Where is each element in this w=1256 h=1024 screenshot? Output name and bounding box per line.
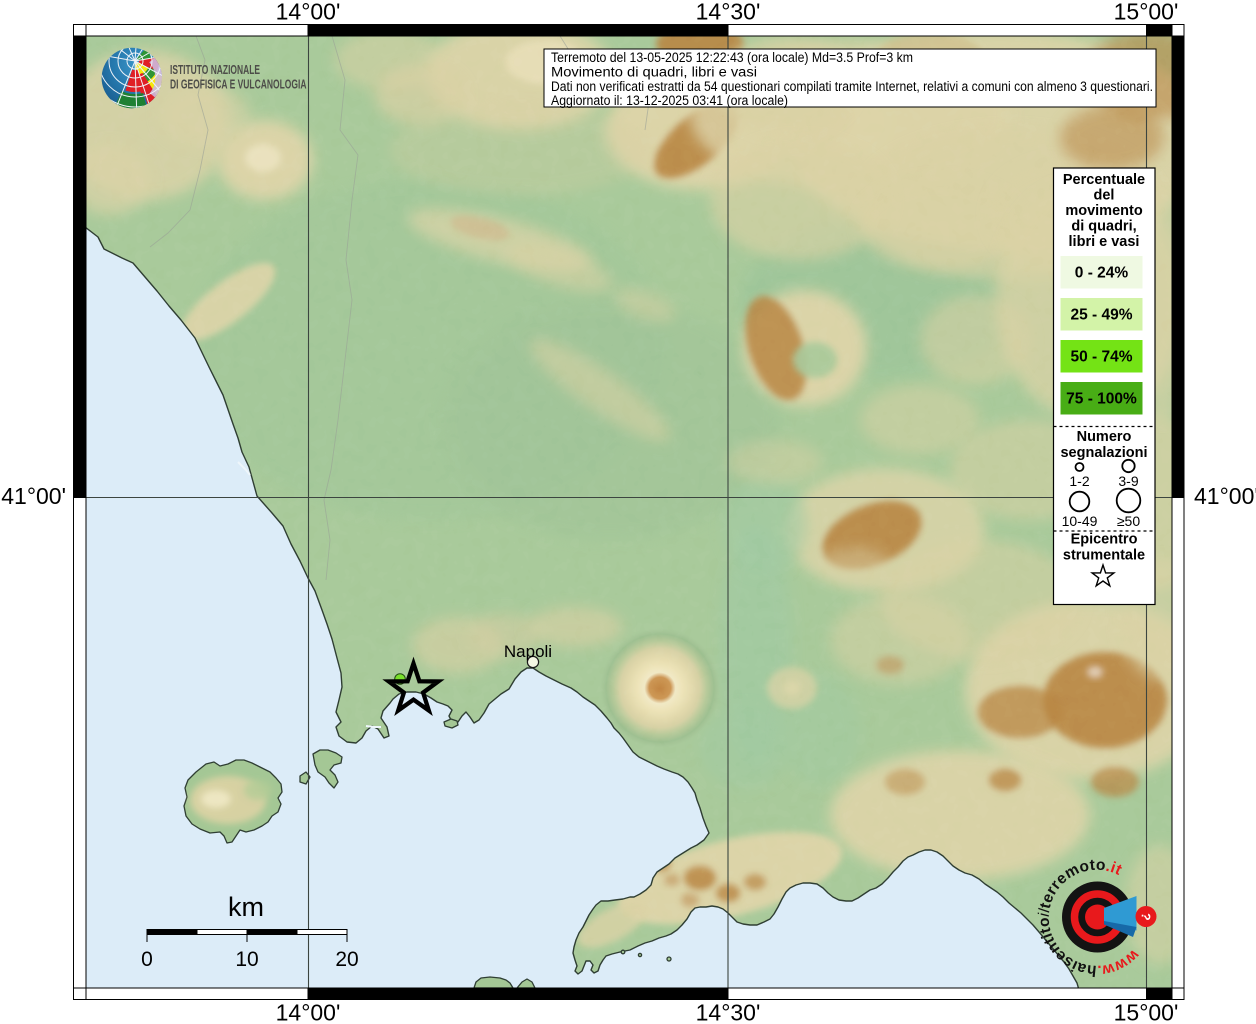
svg-text:10-49: 10-49 (1062, 513, 1098, 529)
svg-text:14°00': 14°00' (276, 0, 341, 25)
svg-text:Epicentro: Epicentro (1071, 532, 1138, 548)
svg-text:strumentale: strumentale (1063, 548, 1145, 564)
svg-text:41°00': 41°00' (1194, 483, 1256, 509)
svg-text:Napoli: Napoli (504, 642, 552, 661)
svg-text:50 - 74%: 50 - 74% (1070, 349, 1132, 366)
svg-text:0: 0 (141, 948, 153, 971)
svg-text:15°00': 15°00' (1114, 0, 1179, 25)
svg-text:14°30': 14°30' (696, 0, 761, 25)
svg-text:41°00': 41°00' (1, 483, 66, 509)
svg-text:20: 20 (335, 948, 358, 971)
svg-text:di quadri,: di quadri, (1071, 219, 1136, 235)
svg-text:Percentuale: Percentuale (1063, 172, 1145, 188)
svg-text:km: km (228, 892, 264, 922)
svg-text:1-2: 1-2 (1069, 473, 1089, 489)
svg-text:Aggiornato il: 13-12-2025 03:4: Aggiornato il: 13-12-2025 03:41 (ora loc… (551, 93, 788, 108)
svg-text:15°00': 15°00' (1114, 1000, 1179, 1024)
svg-text:ISTITUTO NAZIONALE: ISTITUTO NAZIONALE (170, 62, 260, 77)
svg-text:movimento: movimento (1065, 203, 1142, 219)
svg-text:3-9: 3-9 (1118, 473, 1138, 489)
svg-text:10: 10 (235, 948, 258, 971)
svg-text:Movimento di quadri, libri e v: Movimento di quadri, libri e vasi (551, 64, 757, 79)
svg-text:Numero: Numero (1077, 429, 1132, 445)
svg-text:Dati non verificati estratti d: Dati non verificati estratti da 54 quest… (551, 79, 1153, 94)
svg-text:segnalazioni: segnalazioni (1060, 445, 1147, 461)
svg-text:DI GEOFISICA E VULCANOLOGIA: DI GEOFISICA E VULCANOLOGIA (170, 76, 307, 91)
svg-text:75 - 100%: 75 - 100% (1066, 391, 1137, 408)
svg-text:libri e vasi: libri e vasi (1069, 234, 1140, 250)
svg-text:0 - 24%: 0 - 24% (1075, 265, 1129, 282)
svg-text:25 - 49%: 25 - 49% (1070, 307, 1132, 324)
svg-text:del: del (1094, 188, 1115, 204)
svg-text:14°30': 14°30' (696, 1000, 761, 1024)
svg-text:≥50: ≥50 (1117, 513, 1140, 529)
svg-text:14°00': 14°00' (276, 1000, 341, 1024)
svg-text:Terremoto del 13-05-2025 12:22: Terremoto del 13-05-2025 12:22:43 (ora l… (551, 50, 913, 65)
